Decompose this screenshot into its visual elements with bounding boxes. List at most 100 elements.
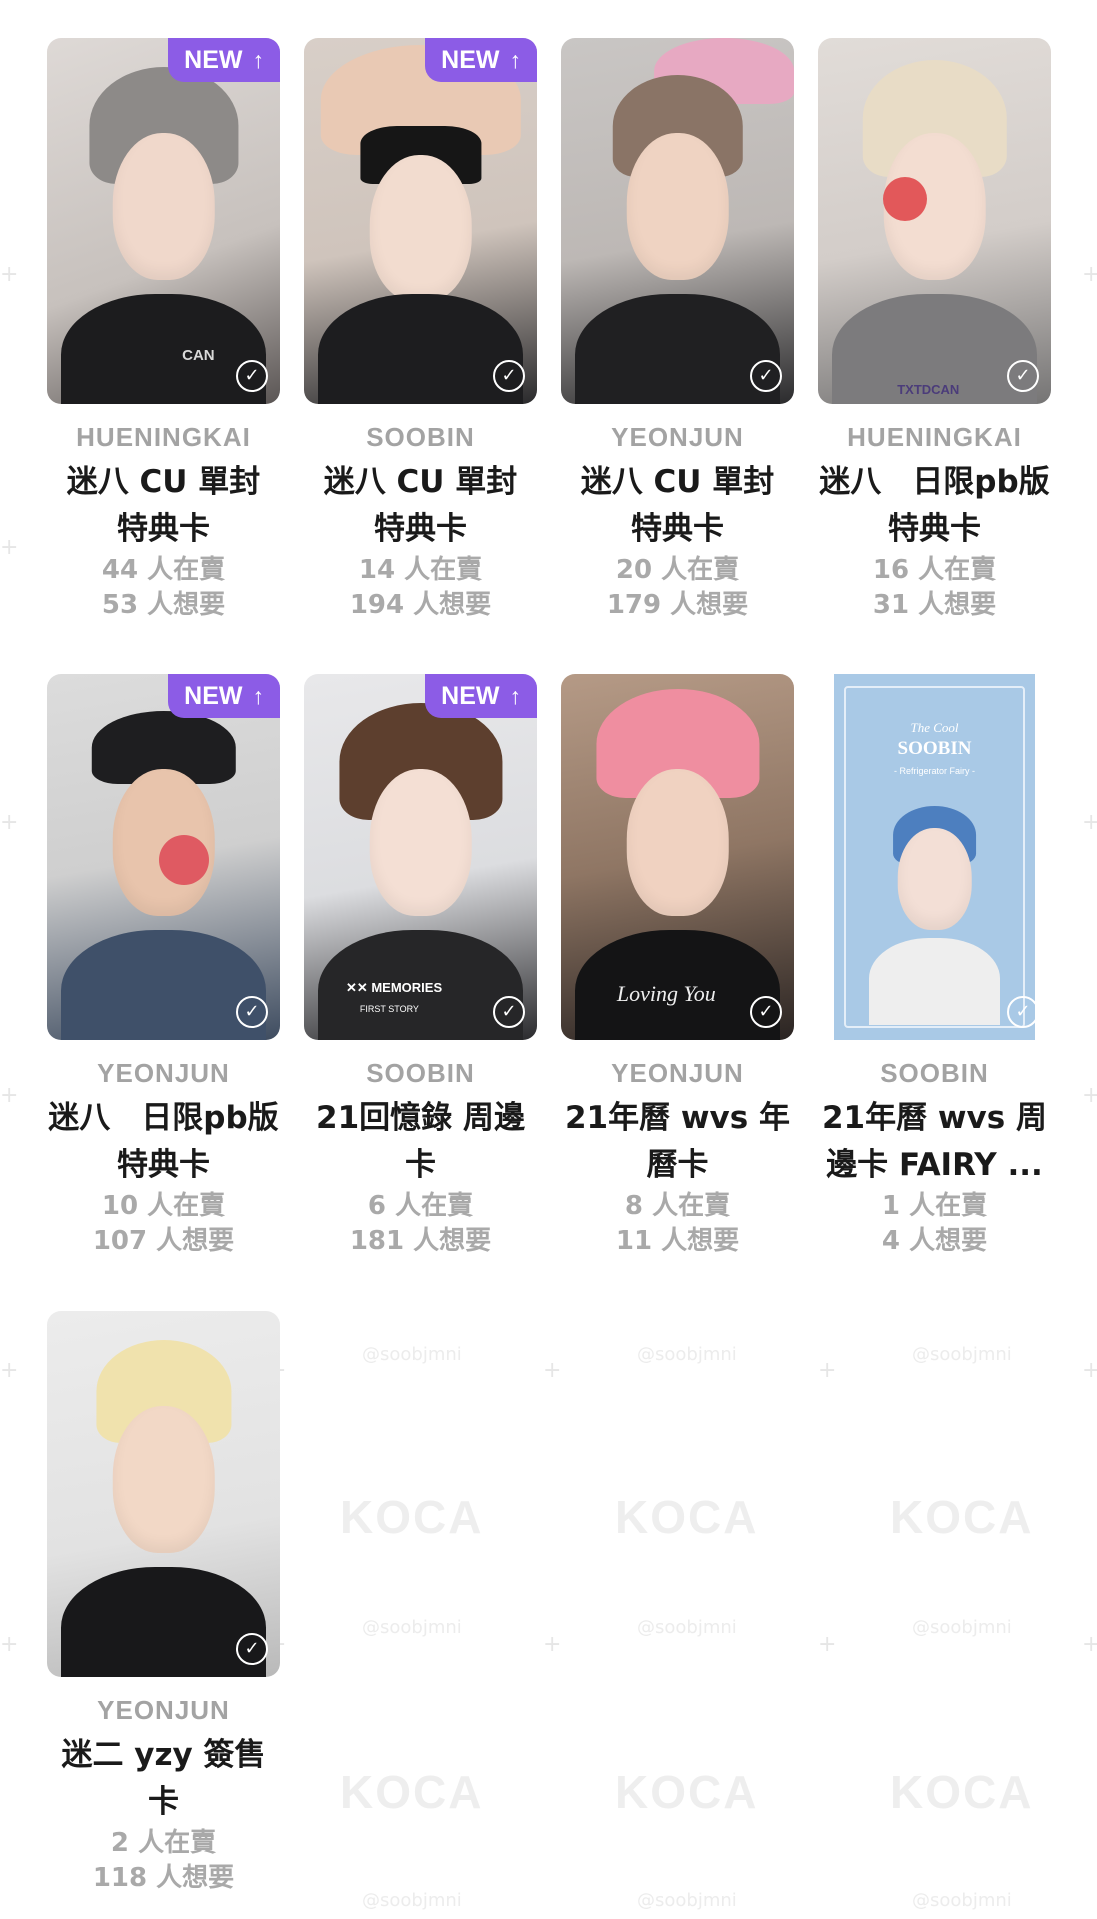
selling-count: 10 人在賣 — [101, 1191, 226, 1221]
watermark-handle: @soobjmni — [912, 1344, 1012, 1365]
selling-count: 16 人在賣 — [872, 555, 997, 585]
check-circle-icon[interactable]: ✓ — [750, 360, 782, 392]
shirt-print: TXTDCAN — [897, 381, 960, 397]
arrow-up-icon: ↑ — [252, 46, 265, 73]
watermark-logo: KOCA — [890, 1766, 1034, 1818]
arrow-up-icon: ↑ — [252, 682, 265, 709]
selling-count: 2 人在賣 — [110, 1828, 217, 1858]
photocard-image[interactable]: The Cool SOOBIN - Refrigerator Fairy - ✓ — [818, 674, 1051, 1040]
photocard-item[interactable]: NEW ↑ ✓ YEONJUN 迷八 日限pb版 特典卡 10 人在賣 107 人… — [47, 674, 280, 1259]
selling-count: 44 人在賣 — [101, 555, 226, 585]
new-badge: NEW ↑ — [168, 38, 280, 82]
watermark-plus: + — [818, 1632, 837, 1657]
check-circle-icon[interactable]: ✓ — [493, 996, 525, 1028]
arrow-up-icon: ↑ — [509, 682, 522, 709]
photocard-image[interactable]: NEW ↑ ✓ — [47, 674, 280, 1040]
member-name: SOOBIN — [366, 1058, 475, 1088]
card-print-name: SOOBIN — [897, 738, 972, 759]
watermark-plus: + — [0, 1632, 19, 1657]
watermark-plus: + — [543, 1358, 562, 1383]
new-badge: NEW ↑ — [425, 674, 537, 718]
shirt-print-sub: FIRST STORY — [359, 1004, 419, 1015]
new-badge-label: NEW — [441, 45, 500, 74]
card-title[interactable]: 迷二 yzy 簽售卡 — [47, 1732, 280, 1826]
watermark-handle: @soobjmni — [362, 1344, 462, 1365]
card-title[interactable]: 21回憶錄 周邊卡 — [304, 1095, 537, 1189]
watermark-plus: + — [0, 262, 19, 287]
card-title[interactable]: 迷八 CU 單封 特典卡 — [304, 459, 537, 553]
watermark-handle: @soobjmni — [637, 1617, 737, 1638]
photocard-item[interactable]: Loving You ✓ YEONJUN 21年曆 wvs 年曆卡 8 人在賣 … — [561, 674, 794, 1259]
photocard-image[interactable]: ✓ — [47, 1311, 280, 1677]
watermark-handle: @soobjmni — [637, 1890, 737, 1911]
check-circle-icon[interactable]: ✓ — [750, 996, 782, 1028]
card-title[interactable]: 迷八 日限pb版 特典卡 — [47, 1095, 280, 1189]
card-print-line: The Cool — [910, 720, 959, 735]
watermark-plus: + — [543, 1632, 562, 1657]
photocard-item[interactable]: ✕✕ MEMORIES FIRST STORY NEW ↑ ✓ SOOBIN 21… — [304, 674, 537, 1259]
photocard-image[interactable]: ✓ — [561, 38, 794, 404]
photocard-item[interactable]: ✓ YEONJUN 迷二 yzy 簽售卡 2 人在賣 118 人想要 — [47, 1311, 280, 1896]
member-name: SOOBIN — [880, 1058, 989, 1088]
card-title[interactable]: 21年曆 wvs 年曆卡 — [561, 1095, 794, 1189]
photocard-item[interactable]: ✓ YEONJUN 迷八 CU 單封 特典卡 20 人在賣 179 人想要 — [561, 38, 794, 623]
check-circle-icon[interactable]: ✓ — [236, 1633, 268, 1665]
member-name: HUENINGKAI — [847, 422, 1022, 452]
photocard-item[interactable]: TXTDCAN ✓ HUENINGKAI 迷八 日限pb版 特典卡 16 人在賣… — [818, 38, 1051, 623]
member-name: YEONJUN — [611, 422, 744, 452]
arrow-up-icon: ↑ — [509, 46, 522, 73]
watermark-handle: @soobjmni — [912, 1617, 1012, 1638]
check-circle-icon[interactable]: ✓ — [236, 996, 268, 1028]
wanting-count: 53 人想要 — [101, 590, 226, 620]
photocard-image[interactable]: NEW ↑ ✓ — [304, 38, 537, 404]
wanting-count: 179 人想要 — [606, 590, 749, 620]
check-circle-icon[interactable]: ✓ — [1007, 996, 1039, 1028]
watermark-plus: + — [0, 1358, 19, 1383]
member-name: YEONJUN — [611, 1058, 744, 1088]
new-badge-label: NEW — [441, 681, 500, 710]
wanting-count: 194 人想要 — [349, 590, 492, 620]
wanting-count: 11 人想要 — [615, 1226, 740, 1256]
watermark-logo: KOCA — [340, 1491, 484, 1543]
photocard-image[interactable]: CAN NEW ↑ ✓ — [47, 38, 280, 404]
photocard-image[interactable]: Loving You ✓ — [561, 674, 794, 1040]
photocard-item[interactable]: The Cool SOOBIN - Refrigerator Fairy - ✓… — [818, 674, 1051, 1259]
member-name: YEONJUN — [97, 1058, 230, 1088]
shirt-print: CAN — [182, 346, 215, 364]
selling-count: 20 人在賣 — [615, 555, 740, 585]
watermark-plus: + — [1082, 810, 1097, 835]
wanting-count: 181 人想要 — [349, 1226, 492, 1256]
watermark-plus: + — [0, 1083, 19, 1108]
photocard-item[interactable]: CAN NEW ↑ ✓ HUENINGKAI 迷八 CU 單封 特典卡 44 人在… — [47, 38, 280, 623]
card-title[interactable]: 迷八 日限pb版 特典卡 — [818, 459, 1051, 553]
member-name: SOOBIN — [366, 422, 475, 452]
selling-count: 14 人在賣 — [358, 555, 483, 585]
card-title[interactable]: 迷八 CU 單封 特典卡 — [47, 459, 280, 553]
selling-count: 1 人在賣 — [881, 1191, 988, 1221]
wanting-count: 107 人想要 — [92, 1226, 235, 1256]
check-circle-icon[interactable]: ✓ — [493, 360, 525, 392]
watermark-handle: @soobjmni — [362, 1617, 462, 1638]
selling-count: 8 人在賣 — [624, 1191, 731, 1221]
check-circle-icon[interactable]: ✓ — [1007, 360, 1039, 392]
new-badge-label: NEW — [184, 45, 243, 74]
photocard-image[interactable]: TXTDCAN ✓ — [818, 38, 1051, 404]
card-title[interactable]: 21年曆 wvs 周邊卡 FAIRY ... — [818, 1095, 1051, 1189]
photocard-item[interactable]: NEW ↑ ✓ SOOBIN 迷八 CU 單封 特典卡 14 人在賣 194 人想… — [304, 38, 537, 623]
watermark-logo: KOCA — [615, 1766, 759, 1818]
shirt-print: ✕✕ MEMORIES — [345, 980, 443, 996]
wanting-count: 31 人想要 — [872, 590, 997, 620]
selling-count: 6 人在賣 — [367, 1191, 474, 1221]
new-badge: NEW ↑ — [425, 38, 537, 82]
watermark-handle: @soobjmni — [362, 1890, 462, 1911]
shirt-print: Loving You — [616, 981, 716, 1007]
watermark-plus: + — [0, 535, 19, 560]
card-title[interactable]: 迷八 CU 單封 特典卡 — [561, 459, 794, 553]
photocard-image[interactable]: ✕✕ MEMORIES FIRST STORY NEW ↑ ✓ — [304, 674, 537, 1040]
check-circle-icon[interactable]: ✓ — [236, 360, 268, 392]
watermark-plus: + — [1082, 1083, 1097, 1108]
watermark-plus: + — [818, 1358, 837, 1383]
wanting-count: 4 人想要 — [881, 1226, 988, 1256]
member-name: HUENINGKAI — [76, 422, 251, 452]
watermark-handle: @soobjmni — [912, 1890, 1012, 1911]
